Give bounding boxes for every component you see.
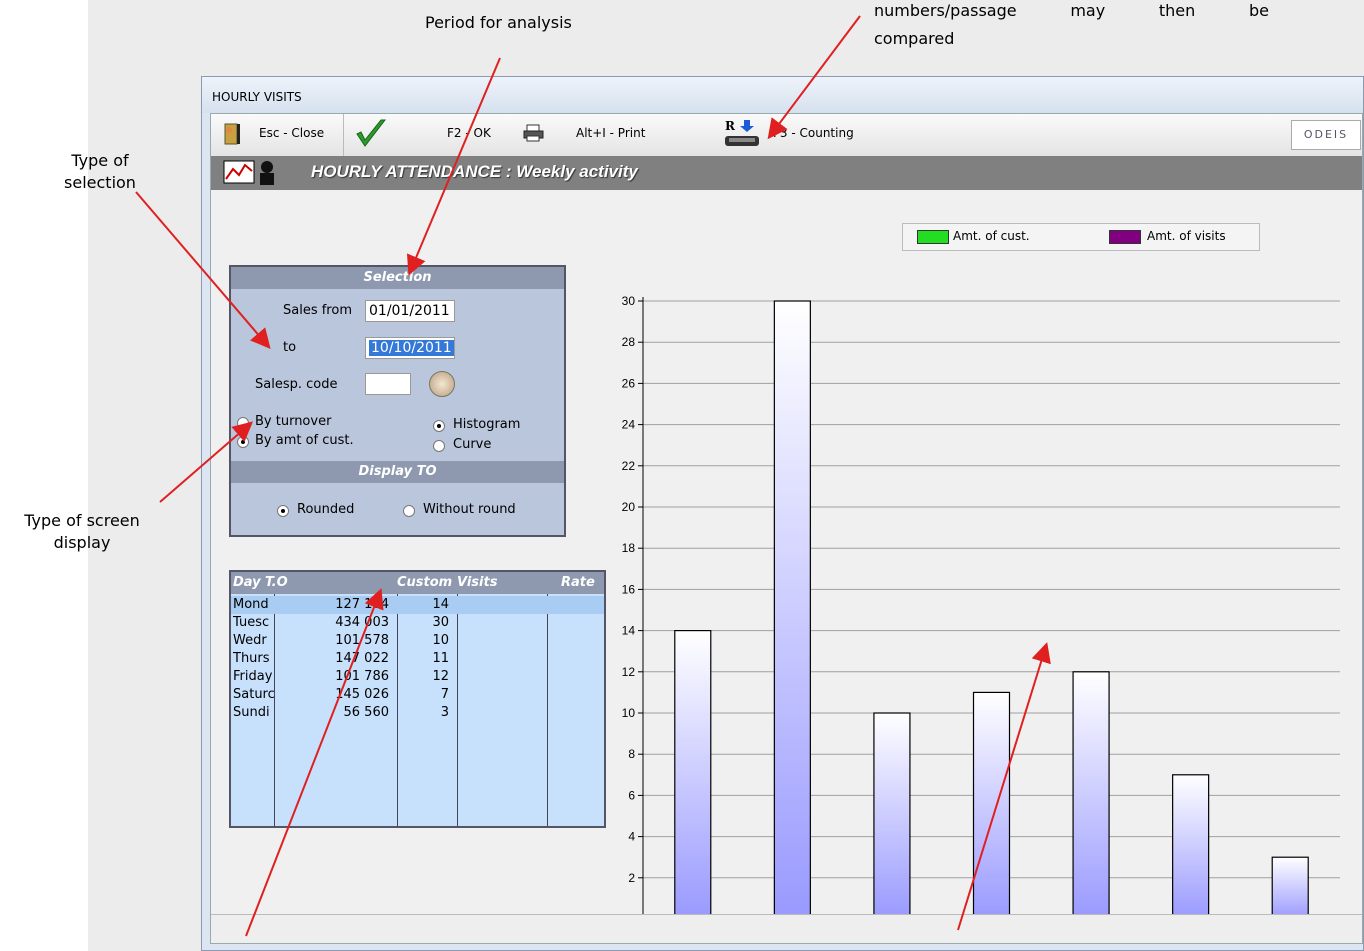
arrow-selection-type <box>135 191 271 350</box>
arrow-display-type <box>159 421 254 503</box>
arrow-table <box>245 588 384 937</box>
arrow-period <box>406 57 501 276</box>
annotation-arrows <box>135 15 1051 937</box>
arrow-counting <box>767 15 861 140</box>
arrow-chart <box>957 642 1051 931</box>
